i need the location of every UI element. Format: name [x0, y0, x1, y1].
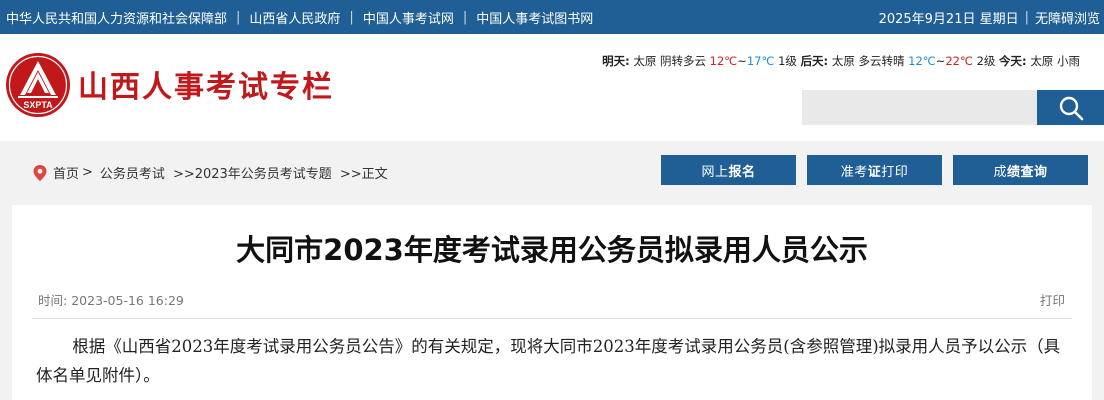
search-button[interactable] — [1037, 90, 1104, 125]
weather-day: 后天: — [800, 54, 829, 68]
article: 大同市2023年度考试录用公务员拟录用人员公示 时间: 2023-05-16 16… — [12, 205, 1092, 400]
breadcrumb-home[interactable]: 首页 — [53, 163, 79, 182]
weather-high: 12℃ — [709, 54, 738, 68]
weather-city: 太原 — [633, 54, 657, 68]
button-text: 网上 — [701, 164, 729, 180]
weather-day: 今天: — [999, 54, 1027, 68]
weather-tilde: ~ — [935, 54, 946, 68]
breadcrumb-2023-topic[interactable]: >>2023年公务员考试专题 — [173, 163, 332, 182]
print-link[interactable]: 打印 — [1040, 290, 1065, 309]
time-label: 时间: — [38, 293, 68, 308]
weather-desc: 小雨 — [1056, 54, 1080, 68]
article-paragraph: 根据《山西省2023年度考试录用公务员公告》的有关规定，现将大同市2023年度考… — [36, 337, 1061, 385]
weather-high: 12℃ — [908, 54, 936, 68]
separator: | — [236, 9, 241, 25]
weather-city: 太原 — [1030, 54, 1054, 68]
score-query-button[interactable]: 成绩查询 — [953, 155, 1088, 185]
accessibility-link[interactable]: 无障碍浏览 — [1035, 8, 1100, 27]
weather-desc: 阴转多云 — [660, 54, 706, 68]
article-title: 大同市2023年度考试录用公务员拟录用人员公示 — [236, 233, 868, 267]
top-right: 2025年9月21日 星期日 | 无障碍浏览 — [879, 0, 1100, 34]
online-registration-button[interactable]: 网上 报名 — [661, 155, 796, 185]
link-shanxi-gov[interactable]: 山西省人民政府 — [249, 8, 340, 27]
divider — [32, 318, 1072, 319]
weather-low: 17℃ — [746, 54, 775, 68]
weather-desc: 多云转晴 — [858, 54, 905, 68]
button-text: 准考 — [840, 164, 868, 180]
site-title[interactable]: 山西人事考试专栏 — [78, 62, 334, 106]
link-mohrss[interactable]: 中华人民共和国人力资源和社会保障部 — [6, 8, 227, 27]
button-text-bold: 报名 — [728, 164, 756, 180]
search-input[interactable] — [802, 90, 1038, 125]
weather-low: 22℃ — [945, 54, 973, 68]
search-icon — [1059, 96, 1083, 120]
breadcrumb-civil-service[interactable]: 公务员考试 — [100, 163, 165, 182]
publish-time: 2023-05-16 16:29 — [71, 293, 184, 308]
breadcrumb-arrow: > — [82, 165, 93, 180]
breadcrumb-current: >>正文 — [339, 167, 388, 182]
separator: | — [462, 9, 468, 25]
button-text-bold: 证 — [867, 164, 882, 180]
weather-city: 太原 — [831, 54, 855, 68]
article-meta: 时间: 2023-05-16 16:29 — [38, 290, 184, 309]
breadcrumb: 首页 > 公务员考试 >>2023年公务员考试专题 >>正文 — [33, 163, 388, 182]
weather-day: 明天: — [602, 54, 630, 68]
weather-wind: 2级 — [976, 54, 996, 68]
button-text: 成 — [993, 164, 1007, 180]
weather-ticker: ξ 明天: 太原 阴转多云 12℃~17℃ 1级 后天: 太原 多云转晴 12℃… — [598, 52, 1104, 70]
top-bar: 中华人民共和国人力资源和社会保障部 | 山西省人民政府 | 中国人事考试网 | … — [0, 0, 1104, 34]
button-text-bold: 绩查询 — [1007, 164, 1048, 180]
link-cpta-books[interactable]: 中国人事考试图书网 — [476, 8, 593, 27]
sxpta-logo-icon[interactable]: SXPTA — [5, 52, 71, 118]
link-cpta[interactable]: 中国人事考试网 — [363, 8, 454, 27]
location-pin-icon — [33, 164, 47, 181]
admission-ticket-print-button[interactable]: 准考证打印 — [807, 155, 942, 185]
top-links: 中华人民共和国人力资源和社会保障部 | 山西省人民政府 | 中国人事考试网 | … — [6, 0, 593, 34]
separator: | — [349, 9, 354, 25]
button-text: 打印 — [881, 164, 909, 180]
separator: | — [1024, 9, 1029, 25]
weather-tilde: ~ — [737, 54, 747, 68]
current-date: 2025年9月21日 星期日 — [878, 11, 1019, 27]
weather-wind: 1级 — [778, 54, 797, 68]
logo-text: SXPTA — [23, 100, 53, 110]
